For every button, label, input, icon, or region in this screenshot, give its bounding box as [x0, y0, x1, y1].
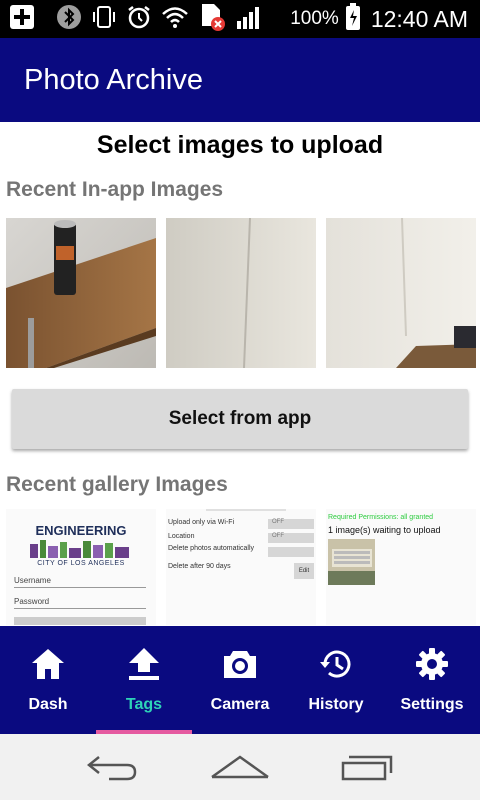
in-app-images-row — [0, 218, 480, 368]
back-icon[interactable] — [73, 742, 153, 792]
gallery-image-thumbnail[interactable]: ENGINEERING CITY OF LOS ANGELES Username… — [6, 509, 156, 625]
status-bar: 100% 12:40 AM — [0, 0, 480, 38]
recents-icon[interactable] — [327, 742, 407, 792]
app-title: Photo Archive — [24, 63, 203, 96]
page-heading: Select images to upload — [96, 131, 384, 159]
queued-image-thumbnail — [328, 539, 375, 585]
engineering-logo: ENGINEERING CITY OF LOS ANGELES — [26, 523, 136, 567]
username-label: Username — [14, 576, 51, 585]
nav-item-camera[interactable]: Camera — [192, 626, 288, 734]
sim-error-icon — [198, 2, 226, 37]
nav-label: Camera — [210, 696, 270, 713]
alarm-icon — [126, 4, 152, 35]
signal-icon — [235, 5, 263, 34]
waiting-text: 1 image(s) waiting to upload — [328, 525, 441, 535]
wifi-icon — [161, 5, 189, 34]
home-nav-icon[interactable] — [200, 742, 280, 792]
system-navigation-bar — [0, 734, 480, 800]
nav-label: Tags — [125, 696, 163, 713]
gallery-image-thumbnail[interactable]: Upload only via Wi-Fi OFF Location OFF D… — [166, 509, 316, 625]
add-icon — [8, 3, 36, 36]
nav-item-dash[interactable]: Dash — [0, 626, 96, 734]
setting-toggle — [268, 547, 314, 557]
bluetooth-icon — [56, 4, 82, 35]
login-button — [14, 617, 146, 625]
setting-label: Delete after 90 days — [168, 563, 231, 570]
gallery-image-thumbnail[interactable]: Required Permissions: all granted 1 imag… — [326, 509, 476, 625]
upload-icon — [127, 646, 161, 682]
setting-toggle: OFF — [268, 533, 314, 543]
battery-icon — [345, 2, 361, 36]
recent-in-app-title: Recent In-app Images — [6, 178, 224, 201]
password-label: Password — [14, 597, 50, 606]
nav-label: Dash — [28, 696, 68, 713]
setting-label: Location — [168, 533, 195, 540]
app-bar: Photo Archive — [0, 38, 480, 122]
camera-icon — [221, 646, 259, 682]
setting-label: Upload only via Wi-Fi — [168, 519, 235, 526]
nav-label: History — [308, 696, 364, 713]
setting-label: Delete photos automatically — [168, 545, 254, 552]
home-icon — [30, 646, 66, 682]
in-app-image-thumbnail[interactable] — [6, 218, 156, 368]
vibrate-icon — [91, 4, 117, 35]
main-content: Select images to upload Recent In-app Im… — [0, 122, 480, 626]
nav-item-settings[interactable]: Settings — [384, 626, 480, 734]
battery-percent: 100% — [290, 8, 339, 29]
gear-icon — [414, 646, 450, 682]
select-from-app-button[interactable]: Select from app — [12, 389, 468, 449]
nav-item-history[interactable]: History — [288, 626, 384, 734]
history-icon — [318, 646, 354, 682]
setting-toggle: OFF — [268, 519, 314, 529]
in-app-image-thumbnail[interactable] — [326, 218, 476, 368]
nav-label: Settings — [400, 696, 464, 713]
gallery-images-row: ENGINEERING CITY OF LOS ANGELES Username… — [0, 509, 480, 625]
in-app-image-thumbnail[interactable] — [166, 218, 316, 368]
bottom-navigation: Dash Tags Camera History Settings — [0, 626, 480, 734]
nav-item-tags[interactable]: Tags — [96, 626, 192, 734]
permissions-text: Required Permissions: all granted — [328, 514, 434, 521]
edit-button: Edit — [294, 563, 314, 579]
status-time: 12:40 AM — [370, 5, 468, 32]
recent-gallery-title: Recent gallery Images — [6, 473, 228, 496]
